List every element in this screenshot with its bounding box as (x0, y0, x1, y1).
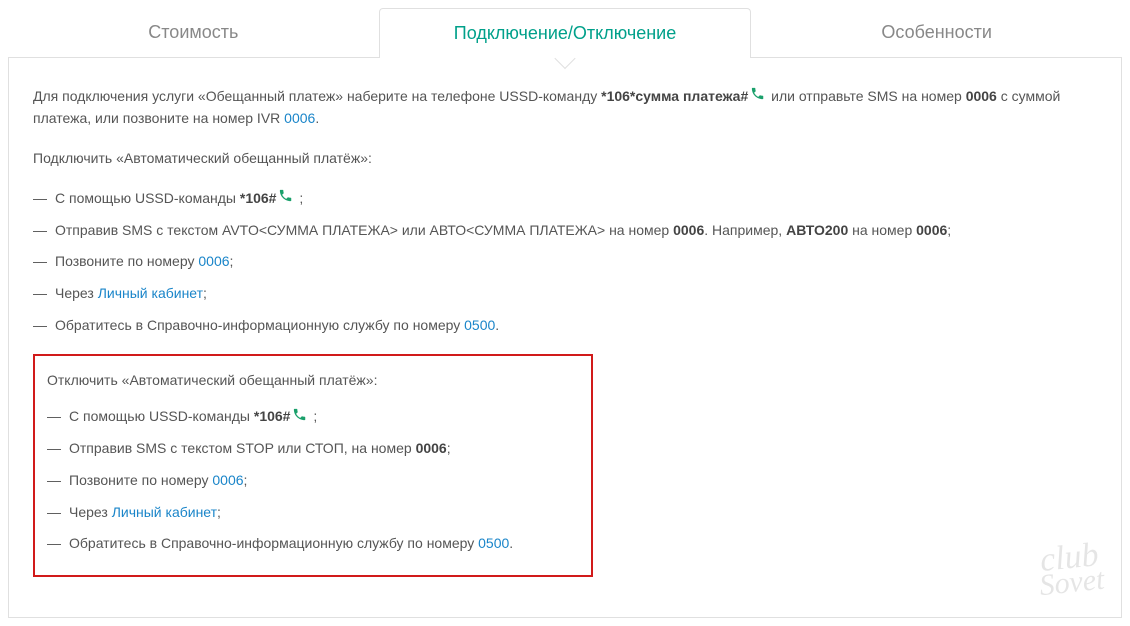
tab-features[interactable]: Особенности (751, 8, 1122, 58)
list-item: С помощью USSD-команды *106# ; (33, 188, 1097, 210)
content-panel: Для подключения услуги «Обещанный платеж… (8, 58, 1122, 618)
intro-text-2: или отправьте SMS на номер (767, 88, 965, 104)
intro-text: Для подключения услуги «Обещанный платеж… (33, 88, 601, 104)
disconnect-highlight-box: Отключить «Автоматический обещанный плат… (33, 354, 593, 577)
intro-ivr-link[interactable]: 0006 (284, 110, 315, 126)
intro-sms-num: 0006 (966, 88, 997, 104)
disconnect-header: Отключить «Автоматический обещанный плат… (47, 370, 579, 392)
connect-ussd-text: С помощью USSD-команды (55, 190, 240, 206)
link-personal-cabinet[interactable]: Личный кабинет (98, 285, 203, 301)
link-0500[interactable]: 0500 (464, 317, 495, 333)
phone-icon (750, 86, 765, 108)
link-0006[interactable]: 0006 (198, 253, 229, 269)
list-item: С помощью USSD-команды *106# ; (47, 406, 579, 428)
intro-text-4: . (315, 110, 319, 126)
disconnect-list: С помощью USSD-команды *106# ; Отправив … (47, 406, 579, 555)
link-0006[interactable]: 0006 (212, 472, 243, 488)
tab-connection[interactable]: Подключение/Отключение (379, 8, 752, 58)
list-item: Позвоните по номеру 0006; (33, 251, 1097, 273)
intro-ussd: *106*сумма платежа# (601, 88, 748, 104)
list-item: Через Личный кабинет; (47, 502, 579, 524)
list-item: Через Личный кабинет; (33, 283, 1097, 305)
phone-icon (292, 407, 307, 429)
link-personal-cabinet[interactable]: Личный кабинет (112, 504, 217, 520)
list-item: Позвоните по номеру 0006; (47, 470, 579, 492)
connect-ussd-code: *106# (240, 190, 277, 206)
list-item: Обратитесь в Справочно-информационную сл… (47, 533, 579, 555)
intro-paragraph: Для подключения услуги «Обещанный платеж… (33, 86, 1097, 130)
list-item: Отправив SMS с текстом AVTO<СУММА ПЛАТЕЖ… (33, 220, 1097, 242)
watermark: club Sovet (1036, 541, 1106, 599)
phone-icon (278, 188, 293, 210)
list-item: Отправив SMS с текстом STOP или СТОП, на… (47, 438, 579, 460)
list-item: Обратитесь в Справочно-информационную сл… (33, 315, 1097, 337)
connect-header: Подключить «Автоматический обещанный пла… (33, 148, 1097, 170)
connect-ussd-tail: ; (295, 190, 303, 206)
tab-cost[interactable]: Стоимость (8, 8, 379, 58)
connect-list: С помощью USSD-команды *106# ; Отправив … (33, 188, 1097, 337)
link-0500[interactable]: 0500 (478, 535, 509, 551)
watermark-line2: Sovet (1038, 568, 1105, 599)
page-wrap: Стоимость Подключение/Отключение Особенн… (8, 8, 1122, 618)
tabs: Стоимость Подключение/Отключение Особенн… (8, 8, 1122, 58)
watermark-line1: club (1038, 536, 1100, 579)
